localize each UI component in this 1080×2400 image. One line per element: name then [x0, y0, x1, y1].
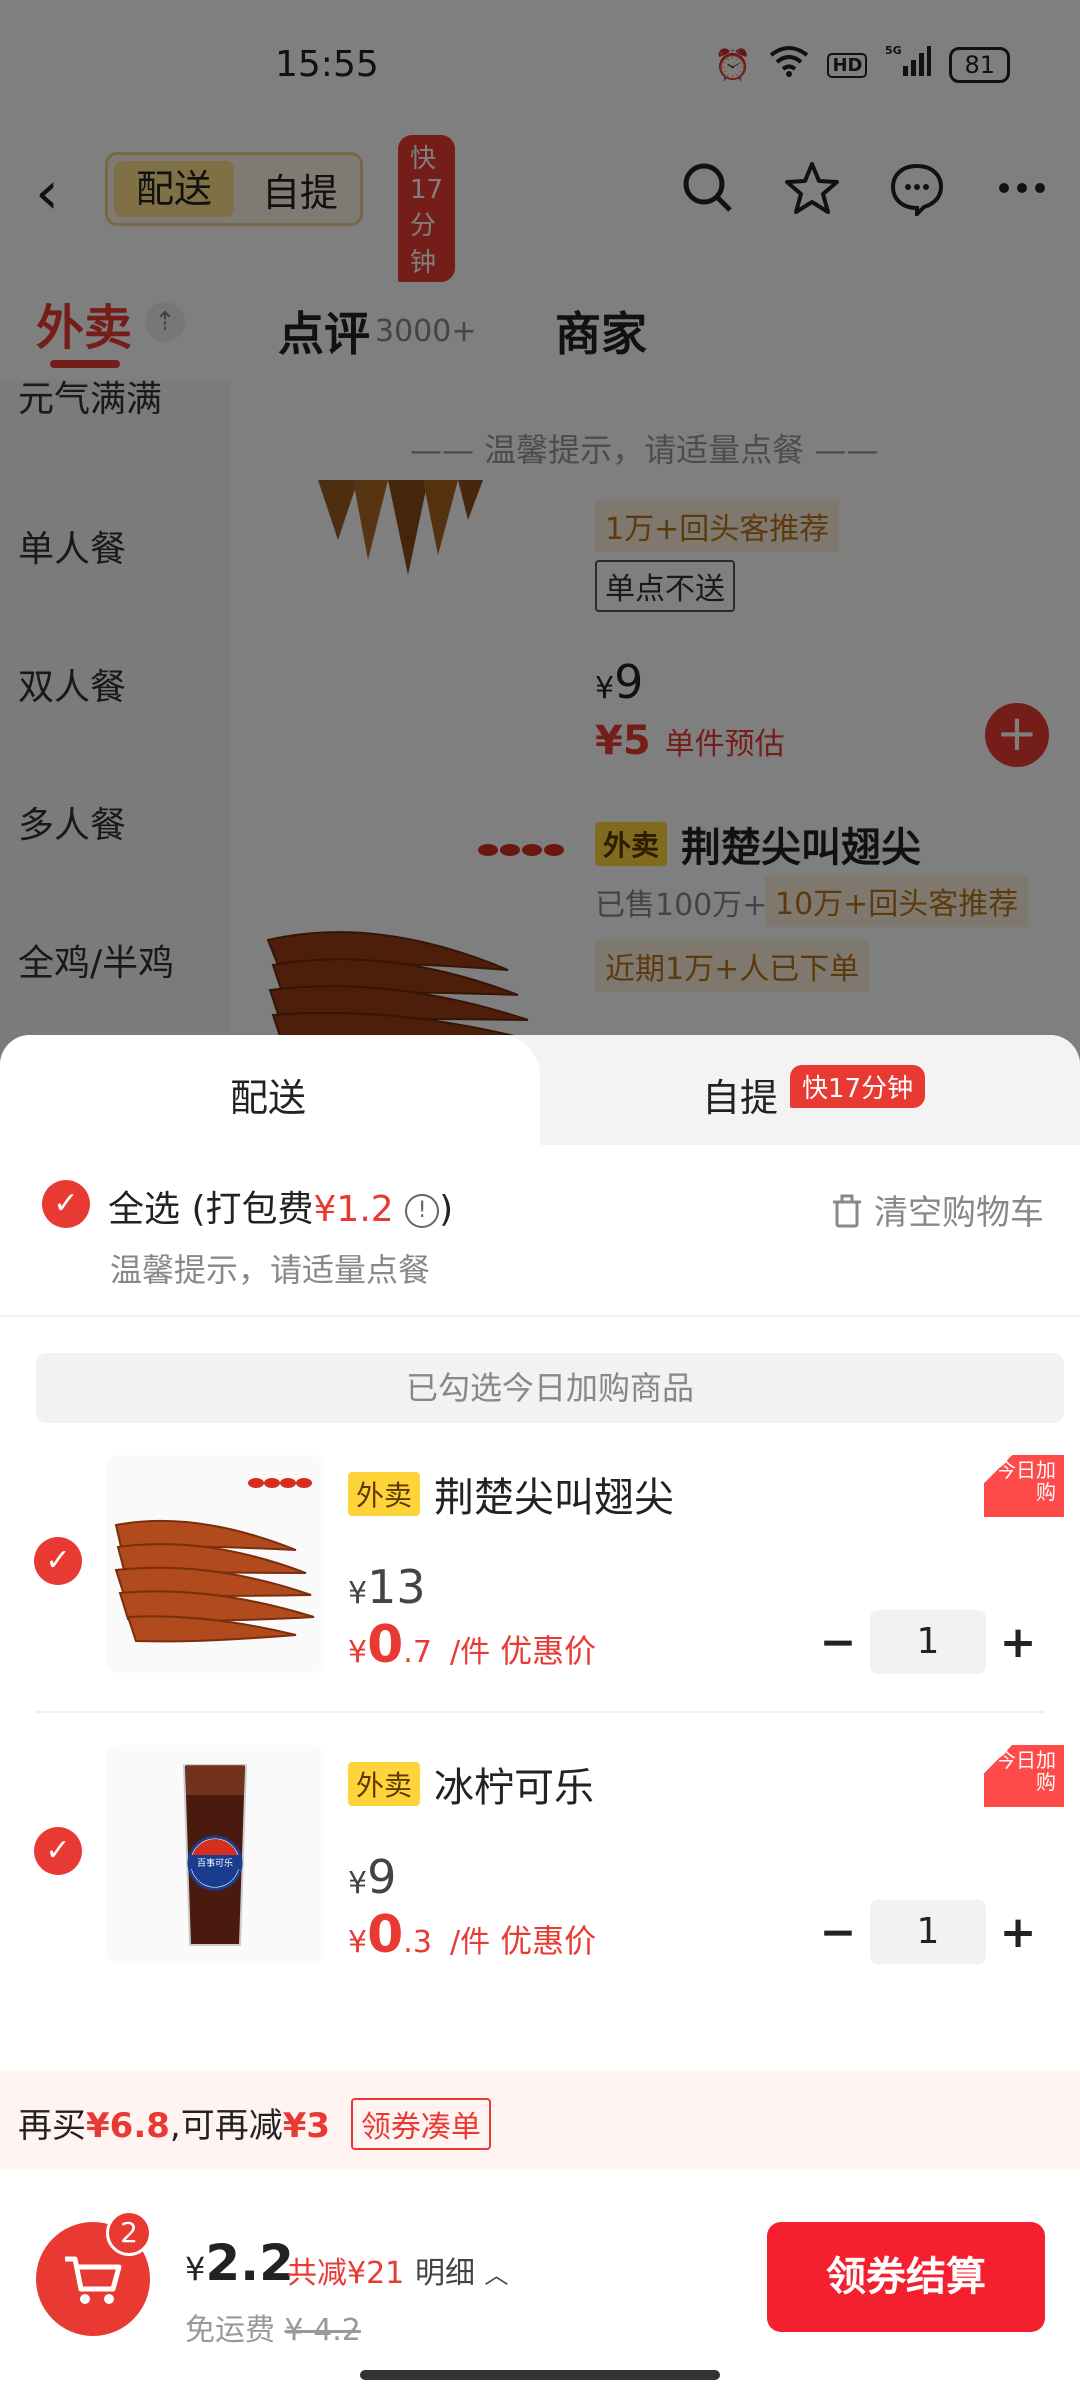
item-discount-price: ¥0.7 /件 优惠价	[348, 1615, 597, 1675]
cart-bar: 2 ¥2.2 共减¥21 明细 ︿ 免运费 ¥ 4.2 领券结算	[0, 2170, 1080, 2348]
today-addon-tag: 今日加购	[984, 1745, 1064, 1807]
checkout-button[interactable]: 领券结算	[767, 2222, 1045, 2332]
clear-cart-button[interactable]: 清空购物车	[831, 1185, 1044, 1234]
item-name: 荆楚尖叫翅尖	[434, 1475, 675, 1521]
cart-total: ¥2.2	[185, 2234, 294, 2292]
shipping-info: 免运费 ¥ 4.2	[185, 2313, 361, 2348]
item-discount-price: ¥0.3 /件 优惠价	[348, 1905, 597, 1965]
select-all-label[interactable]: 全选 (打包费¥1.2 !)	[108, 1180, 453, 1232]
sheet-tab-pickup-label[interactable]: 自提	[702, 1067, 778, 1122]
promo-text: 再买¥6.8,可再减¥3 领券凑单	[18, 2098, 491, 2150]
increase-button[interactable]: +	[986, 1617, 1050, 1668]
item-checkbox[interactable]: ✓	[34, 1827, 82, 1875]
decrease-button[interactable]: −	[806, 1907, 870, 1958]
decrease-button[interactable]: −	[806, 1617, 870, 1668]
today-addon-tag: 今日加购	[984, 1455, 1064, 1517]
waimai-badge: 外卖	[348, 1762, 421, 1806]
quantity-value[interactable]: 1	[870, 1900, 986, 1964]
sheet-tab-delivery-label[interactable]: 配送	[230, 1067, 306, 1122]
cart-detail-toggle[interactable]: 明细 ︿	[415, 2248, 509, 2292]
quantity-stepper: − 1 +	[806, 1610, 1050, 1674]
cart-item: ✓ 外卖 荆楚尖叫翅尖 ¥13 ¥0.7 /件 优惠价 今日加购 − 1 +	[0, 1455, 1080, 1735]
sheet-tabs: 配送 自提 快17分钟	[0, 1035, 1080, 1145]
dim-overlay[interactable]	[0, 0, 1080, 1100]
cart-item: ✓ 百事可乐 外卖 冰柠可乐 ¥9 ¥0.3 /件 优惠价 今日加购 − 1 +	[0, 1745, 1080, 2025]
coupon-combo-button[interactable]: 领券凑单	[350, 2098, 491, 2150]
item-original-price: ¥9	[348, 1850, 397, 1904]
trash-icon	[833, 1194, 862, 1228]
promo-bar: 再买¥6.8,可再减¥3 领券凑单	[0, 2070, 1080, 2170]
item-image: 百事可乐	[106, 1745, 324, 1963]
cart-sheet: 配送 自提 快17分钟 ✓ 全选 (打包费¥1.2 !) 清空购物车 温馨提示，…	[0, 1035, 1080, 2400]
divider	[36, 1711, 1044, 1713]
item-name: 冰柠可乐	[434, 1765, 595, 1811]
item-title: 外卖 荆楚尖叫翅尖	[348, 1465, 674, 1523]
cart-count-badge: 2	[106, 2210, 152, 2256]
section-label: 已勾选今日加购商品	[36, 1353, 1064, 1423]
info-icon[interactable]: !	[405, 1194, 440, 1228]
select-all-checkbox[interactable]: ✓	[42, 1180, 90, 1228]
cart-saved: 共减¥21	[287, 2256, 405, 2291]
order-hint: 温馨提示，请适量点餐	[110, 1251, 431, 1289]
increase-button[interactable]: +	[986, 1907, 1050, 1958]
divider	[0, 1315, 1080, 1317]
item-original-price: ¥13	[348, 1560, 426, 1614]
item-title: 外卖 冰柠可乐	[348, 1755, 594, 1813]
chevron-up-icon: ︿	[484, 2261, 509, 2289]
waimai-badge: 外卖	[348, 1472, 421, 1516]
item-image	[106, 1455, 324, 1673]
pickup-fast-badge: 快17分钟	[790, 1065, 926, 1108]
svg-text:百事可乐: 百事可乐	[197, 1857, 233, 1869]
quantity-value[interactable]: 1	[870, 1610, 986, 1674]
item-checkbox[interactable]: ✓	[34, 1537, 82, 1585]
home-indicator[interactable]	[360, 2370, 720, 2380]
quantity-stepper: − 1 +	[806, 1900, 1050, 1964]
